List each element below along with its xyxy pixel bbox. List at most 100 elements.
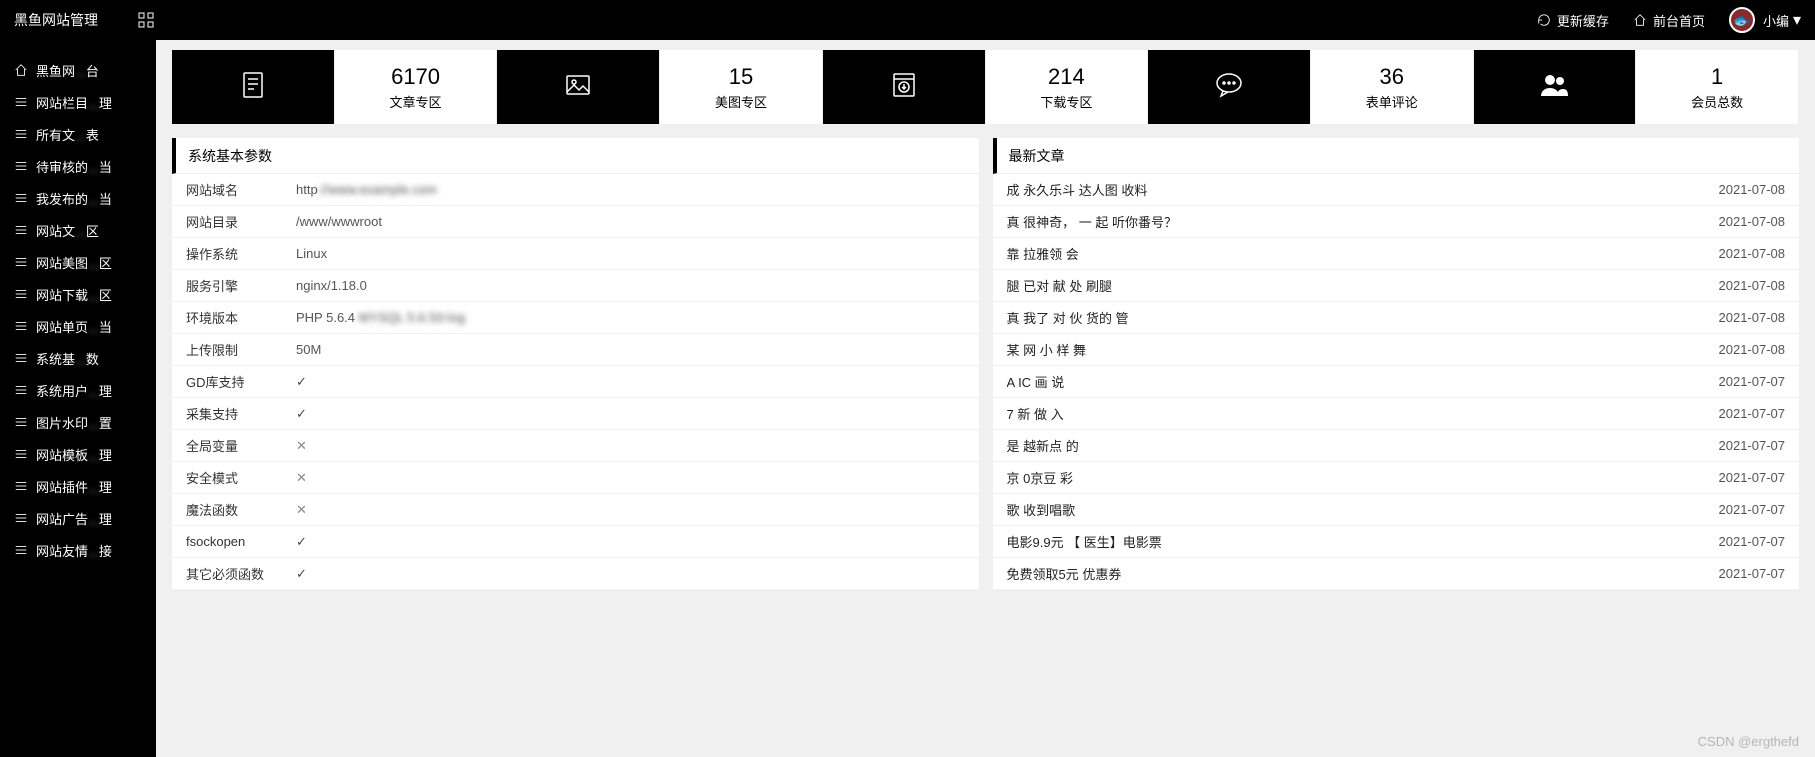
stat-label: 表单评论 [1366, 92, 1418, 111]
stat-card-1[interactable]: 6170文章专区 [335, 50, 498, 124]
param-value: ✓ [296, 566, 965, 582]
list-icon [14, 255, 28, 269]
sidebar-item-label: 我发布的...当 [36, 189, 112, 208]
sidebar-item-label: 系统基...数 [36, 349, 99, 368]
param-row: 安全模式✕ [172, 462, 979, 494]
article-title: 免费领取5元 优惠券 [1007, 564, 1719, 583]
list-icon [14, 543, 28, 557]
param-value: ✕ [296, 470, 965, 486]
sidebar-item-label: 网站文...区 [36, 221, 99, 240]
article-date: 2021-07-07 [1719, 374, 1786, 389]
check-icon: ✓ [296, 534, 307, 549]
article-row[interactable]: 真 我了 对 伙 货的 管2021-07-08 [993, 302, 1800, 334]
article-row[interactable]: 京 0京豆 彩2021-07-07 [993, 462, 1800, 494]
article-row[interactable]: 7 新 做 入2021-07-07 [993, 398, 1800, 430]
sidebar-item-12[interactable]: 网站模板...理 [0, 438, 156, 470]
param-value-text: 50M [296, 342, 321, 357]
stat-card-8[interactable] [1474, 50, 1637, 124]
param-row: 服务引擎nginx/1.18.0 [172, 270, 979, 302]
apps-icon[interactable] [138, 12, 154, 28]
list-icon [14, 223, 28, 237]
param-label: fsockopen [186, 534, 296, 549]
stat-card-6[interactable] [1148, 50, 1311, 124]
param-label: GD库支持 [186, 372, 296, 391]
sidebar-item-0[interactable]: 黑鱼网...台 [0, 54, 156, 86]
stat-card-2[interactable] [497, 50, 660, 124]
article-date: 2021-07-07 [1719, 438, 1786, 453]
article-title: A IC 画 说 [1007, 372, 1719, 391]
sidebar-item-15[interactable]: 网站友情...接 [0, 534, 156, 566]
sidebar-item-8[interactable]: 网站单页...当 [0, 310, 156, 342]
stat-card-5[interactable]: 214下载专区 [986, 50, 1149, 124]
sidebar-item-2[interactable]: 所有文...表 [0, 118, 156, 150]
refresh-cache-label: 更新缓存 [1557, 11, 1609, 30]
article-row[interactable]: 成 永久乐斗 达人图 收料2021-07-08 [993, 174, 1800, 206]
param-row: 魔法函数✕ [172, 494, 979, 526]
stat-card-3[interactable]: 15美图专区 [660, 50, 823, 124]
article-row[interactable]: 电影9.9元 【 医生】电影票2021-07-07 [993, 526, 1800, 558]
sidebar-item-3[interactable]: 待审核的...当 [0, 150, 156, 182]
doc-icon [236, 68, 270, 107]
stat-card-7[interactable]: 36表单评论 [1311, 50, 1474, 124]
sidebar-item-label: 所有文...表 [36, 125, 99, 144]
stat-card-0[interactable] [172, 50, 335, 124]
sidebar-item-7[interactable]: 网站下载...区 [0, 278, 156, 310]
home-icon [14, 63, 28, 77]
param-value-text: http://www.example.com [296, 182, 437, 197]
article-title: 真 很神奇， 一 起 听你番号？ [1007, 212, 1719, 231]
sidebar-item-9[interactable]: 系统基...数 [0, 342, 156, 374]
stat-card-9[interactable]: 1会员总数 [1636, 50, 1799, 124]
article-title: 某 网 小 样 舞 [1007, 340, 1719, 359]
sidebar: 黑鱼网...台网站栏目...理所有文...表待审核的...当我发布的...当网站… [0, 40, 156, 757]
sidebar-item-label: 待审核的...当 [36, 157, 112, 176]
sidebar-item-label: 网站栏目...理 [36, 93, 112, 112]
article-row[interactable]: 真 很神奇， 一 起 听你番号？2021-07-08 [993, 206, 1800, 238]
comment-icon [1212, 68, 1246, 107]
param-value-text: nginx/1.18.0 [296, 278, 367, 293]
article-title: 靠 拉雅领 会 [1007, 244, 1719, 263]
param-label: 网站域名 [186, 180, 296, 199]
sidebar-item-13[interactable]: 网站插件...理 [0, 470, 156, 502]
list-icon [14, 351, 28, 365]
refresh-cache-link[interactable]: 更新缓存 [1537, 11, 1609, 30]
sidebar-item-14[interactable]: 网站广告...理 [0, 502, 156, 534]
param-label: 安全模式 [186, 468, 296, 487]
sidebar-item-5[interactable]: 网站文...区 [0, 214, 156, 246]
stat-number: 15 [729, 64, 753, 90]
stat-card-4[interactable] [823, 50, 986, 124]
param-value-text: /www/wwwroot [296, 214, 382, 229]
brand-title: 黑鱼网站管理 [14, 10, 98, 30]
list-icon [14, 383, 28, 397]
username[interactable]: 小编 [1763, 11, 1789, 30]
stat-number: 214 [1048, 64, 1085, 90]
cross-icon: ✕ [296, 438, 307, 453]
watermark: CSDN @ergthefd [1698, 734, 1799, 749]
param-value: ✕ [296, 502, 965, 518]
sidebar-item-label: 黑鱼网...台 [36, 61, 99, 80]
param-value: /www/wwwroot [296, 214, 965, 229]
front-home-link[interactable]: 前台首页 [1633, 11, 1705, 30]
sidebar-item-label: 系统用户...理 [36, 381, 112, 400]
param-row: 其它必须函数✓ [172, 558, 979, 590]
article-row[interactable]: 靠 拉雅领 会 2021-07-08 [993, 238, 1800, 270]
param-label: 魔法函数 [186, 500, 296, 519]
sidebar-item-4[interactable]: 我发布的...当 [0, 182, 156, 214]
article-row[interactable]: 腿 已对 献 处 刷腿2021-07-08 [993, 270, 1800, 302]
article-row[interactable]: A IC 画 说 2021-07-07 [993, 366, 1800, 398]
sidebar-item-1[interactable]: 网站栏目...理 [0, 86, 156, 118]
sidebar-item-6[interactable]: 网站美图...区 [0, 246, 156, 278]
sidebar-item-11[interactable]: 图片水印...置 [0, 406, 156, 438]
chevron-down-icon[interactable]: ▾ [1793, 10, 1801, 30]
sidebar-item-10[interactable]: 系统用户...理 [0, 374, 156, 406]
users-icon [1537, 68, 1571, 107]
avatar[interactable]: 🐟 [1729, 7, 1755, 33]
article-date: 2021-07-08 [1719, 182, 1786, 197]
list-icon [14, 159, 28, 173]
article-row[interactable]: 是 越新点 的 2021-07-07 [993, 430, 1800, 462]
sidebar-item-label: 网站友情...接 [36, 541, 112, 560]
article-row[interactable]: 某 网 小 样 舞2021-07-08 [993, 334, 1800, 366]
list-icon [14, 415, 28, 429]
article-row[interactable]: 歌 收到唱歌 2021-07-07 [993, 494, 1800, 526]
article-row[interactable]: 免费领取5元 优惠券2021-07-07 [993, 558, 1800, 590]
param-value: http://www.example.com [296, 182, 965, 197]
